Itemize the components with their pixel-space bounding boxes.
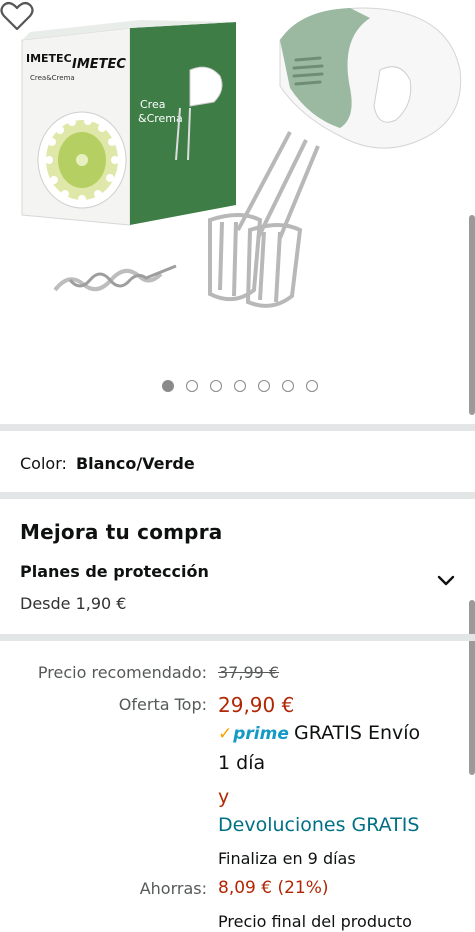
prime-check-icon: ✓ [218, 724, 233, 744]
scrollbar[interactable] [469, 215, 475, 415]
savings-value: 8,09 € (21%) [218, 878, 329, 898]
scrollbar[interactable] [469, 600, 475, 775]
gallery-dot[interactable] [257, 380, 270, 392]
favorite-heart-icon[interactable] [0, 0, 34, 32]
gallery-pagination [0, 380, 475, 396]
protection-plan-title[interactable]: Planes de protección [20, 562, 209, 581]
upgrade-section: Mejora tu compra Planes de protección De… [20, 520, 460, 613]
gallery-dot[interactable] [281, 380, 294, 392]
shipping-line-2: 1 día [218, 752, 266, 774]
gallery-dot[interactable] [233, 380, 246, 392]
gallery-dot[interactable] [305, 380, 318, 392]
protection-plan-price: Desde 1,90 € [20, 594, 127, 613]
color-label: Color: [20, 454, 67, 473]
recommended-price-value: 37,99 € [218, 663, 280, 682]
prime-logo: prime [233, 724, 289, 744]
box-product-name-1: Crea [140, 98, 165, 111]
upgrade-title: Mejora tu compra [20, 520, 223, 544]
chevron-down-icon[interactable] [436, 574, 456, 588]
product-image: IMETEC IMETEC Crea&Crema Crea &Crema [21, 7, 462, 308]
gallery-dot[interactable] [209, 380, 222, 392]
color-row[interactable]: Color: Blanco/Verde [20, 454, 195, 473]
gallery-dot[interactable] [161, 380, 174, 392]
offer-ends: Finaliza en 9 días [218, 849, 356, 868]
final-price-note: Precio final del producto [218, 912, 412, 931]
box-subtitle: Crea&Crema [30, 74, 75, 82]
box-brand-left: IMETEC [26, 52, 72, 65]
shipping-line-1: GRATIS Envío [293, 722, 421, 744]
recommended-price-label: Precio recomendado: [37, 663, 207, 682]
section-divider [0, 424, 475, 431]
product-image-gallery[interactable]: IMETEC IMETEC Crea&Crema Crea &Crema [0, 0, 475, 420]
section-divider [0, 634, 475, 641]
savings-label: Ahorras: [139, 879, 207, 898]
offer-price: 29,90 € [218, 693, 295, 717]
section-divider [0, 492, 475, 499]
box-product-name-2: &Crema [138, 112, 183, 125]
offer-label: Oferta Top: [118, 695, 207, 714]
gallery-dot[interactable] [185, 380, 198, 392]
and-text: y [218, 786, 230, 808]
color-value: Blanco/Verde [75, 454, 195, 473]
prime-shipping: ✓prime GRATIS Envío [218, 722, 420, 744]
box-brand-right: IMETEC [72, 57, 126, 72]
free-returns-link[interactable]: Devoluciones GRATIS [218, 814, 419, 836]
